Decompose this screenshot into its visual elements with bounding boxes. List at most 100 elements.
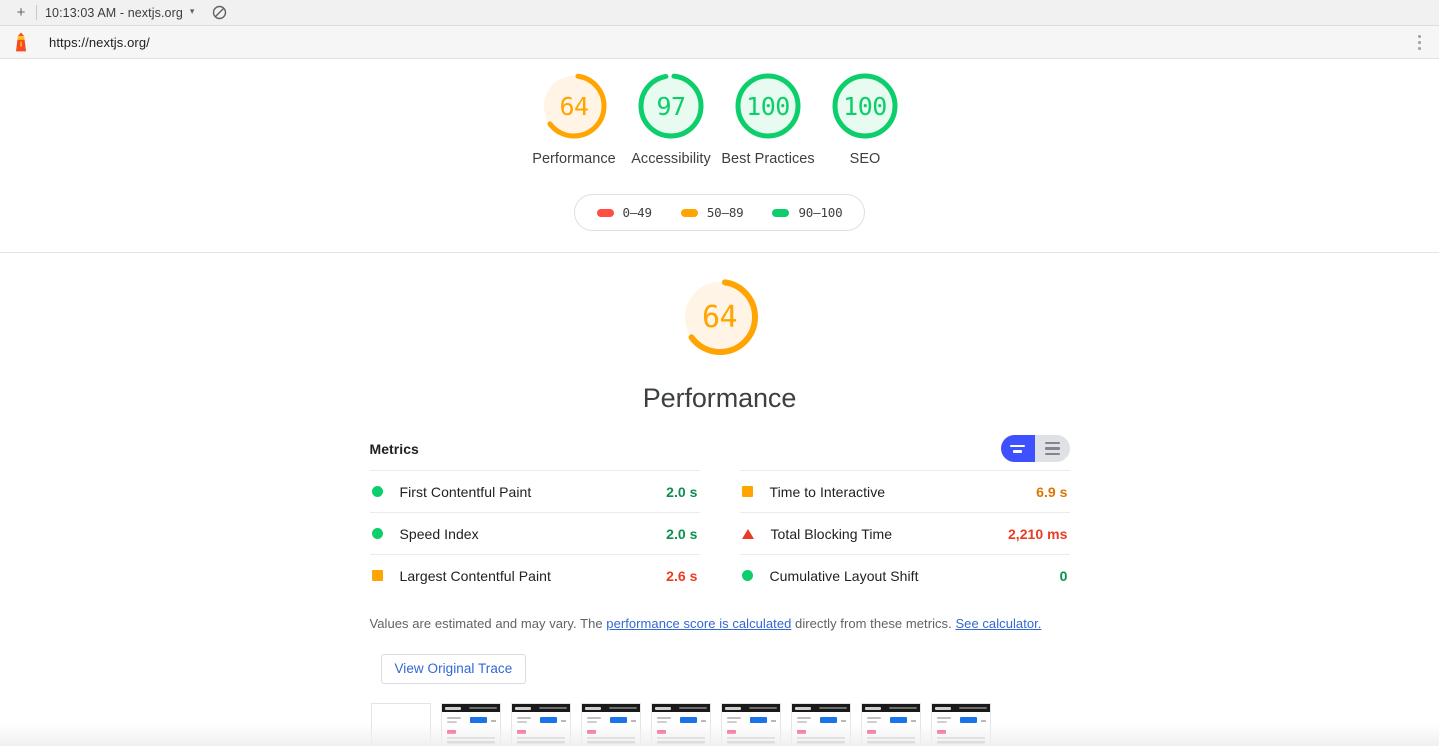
filmstrip-thumbnail [581, 704, 640, 746]
score-summary-section: 64 Performance 97 Accessibility 100 Best… [0, 59, 1439, 253]
metric-row[interactable]: Speed Index 2.0 s [369, 512, 700, 554]
score-gauge-performance[interactable]: 64 Performance [526, 69, 623, 168]
metric-value: 2.6 s [666, 567, 698, 584]
new-tab-button[interactable]: + [8, 3, 34, 23]
legend-label-fail: 0–49 [622, 205, 653, 220]
filmstrip-thumbnail [791, 704, 850, 746]
score-gauge-best-practices[interactable]: 100 Best Practices [720, 69, 817, 168]
metric-row[interactable]: Time to Interactive 6.9 s [739, 470, 1070, 512]
filmstrip-frame[interactable] [510, 703, 571, 746]
performance-gauge: 64 [677, 274, 763, 360]
tab-title: 10:13:03 AM - nextjs.org [45, 5, 183, 20]
filmstrip-thumbnail [721, 704, 780, 746]
metric-name: Total Blocking Time [770, 525, 893, 542]
see-calculator-link[interactable]: See calculator. [955, 616, 1041, 631]
gauge-arc-performance: 64 [537, 69, 611, 143]
filmstrip-frame[interactable] [580, 703, 641, 746]
gauge-arc-seo: 100 [828, 69, 902, 143]
score-label-accessibility: Accessibility [631, 151, 711, 167]
filmstrip-frame[interactable] [720, 703, 781, 746]
filmstrip-frame[interactable] [650, 703, 711, 746]
performance-category-section: 64 Performance Metrics First Contentful … [0, 253, 1439, 746]
score-legend: 0–49 50–89 90–100 [573, 194, 866, 231]
metric-value: 6.9 s [1036, 483, 1068, 500]
filmstrip-frame[interactable] [790, 703, 851, 746]
metric-name: Time to Interactive [769, 483, 886, 500]
score-gauges: 64 Performance 97 Accessibility 100 Best… [0, 69, 1439, 168]
lighthouse-report: 64 Performance 97 Accessibility 100 Best… [0, 59, 1439, 746]
score-value-best-practices: 100 [746, 91, 790, 121]
legend-item-fail: 0–49 [596, 205, 653, 220]
metric-rating-icon-fail [741, 528, 754, 539]
score-value-accessibility: 97 [656, 91, 686, 121]
score-value-seo: 100 [843, 91, 887, 121]
filmstrip-frame[interactable] [860, 703, 921, 746]
view-original-trace-button[interactable]: View Original Trace [380, 654, 527, 684]
filmstrip-frame[interactable] [370, 703, 431, 746]
filmstrip-thumbnail [651, 704, 710, 746]
metric-rating-icon-pass [371, 486, 383, 497]
metric-name: Cumulative Layout Shift [769, 567, 919, 584]
browser-url-bar[interactable]: https://nextjs.org/ [0, 26, 1439, 59]
score-label-best-practices: Best Practices [721, 151, 815, 167]
score-value-performance: 64 [559, 91, 589, 121]
metrics-panel: Metrics First Contentful Paint 2.0 s Tim… [369, 435, 1070, 746]
score-label-performance: Performance [532, 151, 616, 167]
legend-label-pass: 90–100 [798, 205, 843, 220]
tabstrip-divider [36, 5, 37, 20]
active-tab[interactable]: 10:13:03 AM - nextjs.org ▾ [45, 6, 194, 20]
filmstrip-frame[interactable] [440, 703, 501, 746]
toggle-expanded-view-button[interactable] [1000, 435, 1035, 462]
filmstrip-thumbnail [511, 704, 570, 746]
metric-value: 2,210 ms [1007, 525, 1068, 542]
filmstrip-thumbnail [931, 704, 990, 746]
metric-value: 2.0 s [666, 525, 698, 542]
metric-value: 0 [1059, 567, 1068, 584]
score-gauge-seo[interactable]: 100 SEO [817, 69, 914, 168]
score-legend-row: 0–49 50–89 90–100 [0, 194, 1439, 231]
metrics-header: Metrics [370, 435, 1070, 464]
metric-value: 2.0 s [666, 483, 698, 500]
lighthouse-logo-icon [12, 32, 30, 52]
metric-name: Largest Contentful Paint [399, 567, 551, 584]
metric-name: First Contentful Paint [399, 483, 532, 500]
kebab-menu-icon[interactable] [1409, 31, 1429, 53]
metric-rating-icon-pass [741, 570, 753, 581]
metric-row[interactable]: Total Blocking Time 2,210 ms [739, 512, 1070, 554]
legend-swatch-pass [772, 208, 790, 217]
metrics-view-toggle[interactable] [1000, 435, 1070, 462]
filmstrip-thumbnail [861, 704, 920, 746]
legend-item-average: 50–89 [680, 205, 744, 220]
no-entry-icon[interactable] [212, 5, 227, 20]
performance-score-value: 64 [701, 299, 738, 335]
browser-tabstrip: + 10:13:03 AM - nextjs.org ▾ [0, 0, 1439, 26]
metric-row[interactable]: Cumulative Layout Shift 0 [739, 554, 1070, 596]
score-label-seo: SEO [849, 151, 881, 167]
metric-rating-icon-average [741, 486, 753, 497]
score-gauge-accessibility[interactable]: 97 Accessibility [623, 69, 720, 168]
legend-swatch-average [680, 208, 698, 217]
filmstrip-thumbnail [441, 704, 500, 746]
chevron-down-icon[interactable]: ▾ [190, 6, 195, 17]
performance-score-calculated-link[interactable]: performance score is calculated [606, 616, 791, 631]
metric-row[interactable]: First Contentful Paint 2.0 s [369, 470, 700, 512]
metrics-heading: Metrics [369, 440, 419, 457]
url-text: https://nextjs.org/ [49, 34, 150, 50]
filmstrip [370, 703, 1070, 746]
legend-item-pass: 90–100 [772, 205, 843, 220]
metrics-footnote: Values are estimated and may vary. The p… [370, 615, 1070, 633]
metric-rating-icon-average [371, 570, 383, 581]
metric-rating-icon-pass [371, 528, 383, 539]
legend-swatch-fail [596, 208, 614, 217]
metric-name: Speed Index [399, 525, 479, 542]
trace-button-row: View Original Trace [370, 654, 1070, 684]
legend-label-average: 50–89 [706, 205, 744, 220]
performance-title: Performance [642, 383, 797, 413]
gauge-arc-best-practices: 100 [731, 69, 805, 143]
toggle-list-view-button[interactable] [1035, 435, 1070, 462]
footnote-text-1: Values are estimated and may vary. The [369, 616, 607, 631]
footnote-text-2: directly from these metrics. [791, 616, 956, 631]
metric-row[interactable]: Largest Contentful Paint 2.6 s [369, 554, 700, 596]
gauge-arc-accessibility: 97 [634, 69, 708, 143]
filmstrip-frame[interactable] [930, 703, 991, 746]
